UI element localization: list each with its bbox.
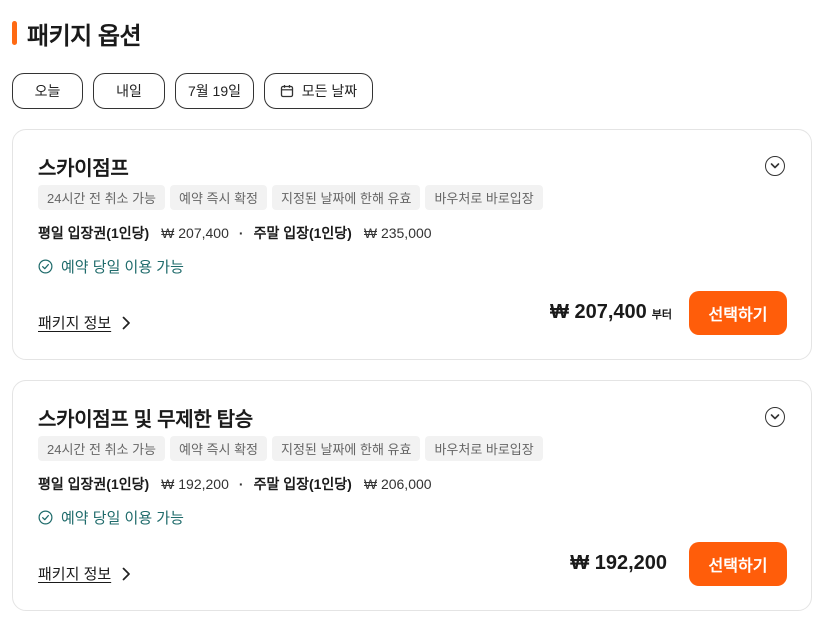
date-filter-bar: 오늘 내일 7월 19일 모든 날짜 — [12, 73, 373, 109]
date-chip-tomorrow[interactable]: 내일 — [93, 73, 165, 109]
package-title: 스카이점프 — [38, 158, 129, 180]
date-chip-all-dates[interactable]: 모든 날짜 — [264, 73, 373, 109]
chevron-down-icon — [770, 414, 780, 420]
availability-note: 예약 당일 이용 가능 — [38, 507, 184, 528]
tag-date-valid: 지정된 날짜에 한해 유효 — [272, 436, 421, 461]
calendar-icon — [280, 85, 293, 98]
total-price-group: ₩ 207,400 부터 — [550, 301, 672, 324]
expand-toggle-button[interactable] — [765, 156, 785, 176]
price-breakdown: 평일 입장권(1인당) ₩ 207,400 · 주말 입장(1인당) ₩ 235… — [38, 223, 432, 243]
section-header: 패키지 옵션 — [12, 18, 142, 50]
package-info-label: 패키지 정보 — [38, 315, 112, 332]
chevron-down-icon — [770, 163, 780, 169]
price-from-suffix: 부터 — [651, 309, 672, 321]
select-button[interactable]: 선택하기 — [689, 542, 787, 586]
weekend-label: 주말 입장(1인당) — [253, 225, 352, 241]
package-title: 스카이점프 및 무제한 탑승 — [38, 409, 253, 431]
check-circle-icon — [38, 510, 53, 525]
chevron-right-icon — [122, 567, 131, 580]
separator-dot: · — [238, 225, 244, 241]
weekday-price: ₩ 207,400 — [161, 225, 229, 241]
tag-instant-confirm: 예약 즉시 확정 — [170, 185, 267, 210]
tag-cancellation: 24시간 전 취소 가능 — [38, 436, 166, 461]
package-tags: 24시간 전 취소 가능 예약 즉시 확정 지정된 날짜에 한해 유효 바우처로… — [38, 436, 543, 461]
weekend-price: ₩ 235,000 — [363, 225, 432, 241]
total-price: ₩ 207,400 — [550, 301, 647, 323]
package-info-link[interactable]: 패키지 정보 — [38, 563, 131, 584]
tag-voucher: 바우처로 바로입장 — [425, 185, 543, 210]
date-chip-all-label: 모든 날짜 — [301, 83, 358, 99]
price-breakdown: 평일 입장권(1인당) ₩ 192,200 · 주말 입장(1인당) ₩ 206… — [38, 474, 432, 494]
weekday-label: 평일 입장권(1인당) — [38, 476, 150, 492]
tag-instant-confirm: 예약 즉시 확정 — [170, 436, 267, 461]
expand-toggle-button[interactable] — [765, 407, 785, 427]
total-price: ₩ 192,200 — [570, 552, 667, 574]
availability-note: 예약 당일 이용 가능 — [38, 256, 184, 277]
tag-cancellation: 24시간 전 취소 가능 — [38, 185, 166, 210]
tag-voucher: 바우처로 바로입장 — [425, 436, 543, 461]
select-button[interactable]: 선택하기 — [689, 291, 787, 335]
separator-dot: · — [238, 476, 244, 492]
chevron-right-icon — [122, 316, 131, 329]
check-circle-icon — [38, 259, 53, 274]
package-tags: 24시간 전 취소 가능 예약 즉시 확정 지정된 날짜에 한해 유효 바우처로… — [38, 185, 543, 210]
package-card: 스카이점프 및 무제한 탑승 24시간 전 취소 가능 예약 즉시 확정 지정된… — [12, 380, 812, 611]
package-info-label: 패키지 정보 — [38, 566, 112, 583]
tag-date-valid: 지정된 날짜에 한해 유효 — [272, 185, 421, 210]
date-chip-today[interactable]: 오늘 — [12, 73, 83, 109]
weekday-label: 평일 입장권(1인당) — [38, 225, 150, 241]
package-info-link[interactable]: 패키지 정보 — [38, 312, 131, 333]
weekend-label: 주말 입장(1인당) — [253, 476, 352, 492]
total-price-group: ₩ 192,200 — [570, 552, 672, 575]
date-chip-specific[interactable]: 7월 19일 — [175, 73, 254, 109]
availability-text: 예약 당일 이용 가능 — [61, 259, 184, 276]
section-title: 패키지 옵션 — [27, 22, 142, 50]
availability-text: 예약 당일 이용 가능 — [61, 510, 184, 527]
weekday-price: ₩ 192,200 — [161, 476, 229, 492]
package-card: 스카이점프 24시간 전 취소 가능 예약 즉시 확정 지정된 날짜에 한해 유… — [12, 129, 812, 360]
weekend-price: ₩ 206,000 — [363, 476, 432, 492]
accent-bar — [12, 21, 17, 45]
